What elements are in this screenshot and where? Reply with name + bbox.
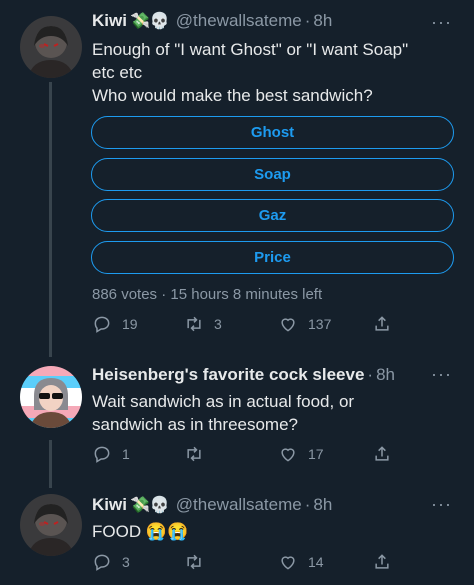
tweet-text: Wait sandwich as in actual food, or sand…	[92, 390, 462, 436]
more-options-icon[interactable]: ···	[431, 12, 452, 33]
reply-count: 1	[122, 446, 130, 462]
poll-option-soap[interactable]: Soap	[91, 158, 454, 191]
share-icon	[375, 316, 389, 331]
separator-dot: ·	[367, 365, 374, 384]
tweet-text-line: Who would make the best sandwich?	[92, 86, 373, 105]
action-bar: 19 3 137	[92, 314, 392, 336]
tweet-text-line: Enough of "I want Ghost" or "I want Soap…	[92, 40, 409, 59]
tweet-text: FOOD 😭😭	[92, 522, 189, 541]
name-emojis: 💸💀	[129, 497, 170, 514]
handle[interactable]: @thewallsateme	[176, 495, 302, 515]
timestamp[interactable]: 8h	[313, 495, 332, 515]
name-emojis: 💸💀	[129, 13, 170, 30]
display-name[interactable]: Kiwi	[92, 11, 127, 31]
like-button[interactable]: 14	[278, 552, 324, 572]
retweet-count: 3	[214, 316, 222, 332]
reply-button[interactable]: 19	[92, 314, 138, 334]
retweet-button[interactable]	[184, 552, 214, 572]
tweet-3[interactable]: Kiwi 💸💀 @thewallsateme · 8h ··· FOOD 😭😭 …	[0, 480, 474, 585]
heart-icon	[281, 556, 295, 570]
like-count: 137	[308, 316, 332, 332]
tweet-header: Heisenberg's favorite cock sleeve · 8h	[92, 364, 395, 386]
more-options-icon[interactable]: ···	[431, 364, 452, 385]
action-bar: 3 14	[92, 552, 392, 574]
tweet-header: Kiwi 💸💀 @thewallsateme · 8h	[92, 10, 332, 32]
tweet-1[interactable]: Kiwi 💸💀 @thewallsateme · 8h ··· Enough o…	[0, 0, 474, 350]
handle[interactable]: @thewallsateme	[176, 11, 302, 31]
tweet-text: Enough of "I want Ghost" or "I want Soap…	[92, 38, 462, 107]
retweet-button[interactable]	[184, 444, 214, 464]
like-count: 14	[308, 554, 324, 570]
avatar[interactable]	[20, 494, 82, 556]
like-button[interactable]: 17	[278, 444, 324, 464]
more-options-icon[interactable]: ···	[431, 494, 452, 515]
retweet-icon	[187, 554, 201, 570]
like-button[interactable]: 137	[278, 314, 331, 334]
avatar[interactable]	[20, 16, 82, 78]
retweet-icon	[187, 316, 201, 332]
tweet-text-line: etc etc	[92, 63, 143, 82]
poll-option-price[interactable]: Price	[91, 241, 454, 274]
avatar[interactable]	[20, 366, 82, 428]
reply-count: 19	[122, 316, 138, 332]
retweet-icon	[187, 446, 201, 462]
heart-icon	[281, 448, 295, 462]
reply-button[interactable]: 3	[92, 552, 130, 572]
separator-dot: ·	[304, 11, 311, 30]
reply-icon	[94, 554, 110, 571]
share-button[interactable]	[372, 444, 392, 464]
timestamp[interactable]: 8h	[376, 365, 395, 385]
tweet-text-line: sandwich as in threesome?	[92, 415, 299, 434]
share-button[interactable]	[372, 552, 392, 572]
heart-icon	[281, 318, 295, 332]
reply-count: 3	[122, 554, 130, 570]
share-button[interactable]	[372, 314, 392, 334]
poll-option-gaz[interactable]: Gaz	[91, 199, 454, 232]
share-icon	[375, 446, 389, 461]
display-name[interactable]: Kiwi	[92, 495, 127, 515]
tweet-header: Kiwi 💸💀 @thewallsateme · 8h	[92, 494, 332, 516]
reply-button[interactable]: 1	[92, 444, 130, 464]
display-name[interactable]: Heisenberg's favorite cock sleeve	[92, 365, 364, 385]
separator-dot: ·	[304, 495, 311, 514]
tweet-text-line: Wait sandwich as in actual food, or	[92, 392, 355, 411]
poll-option-ghost[interactable]: Ghost	[91, 116, 454, 149]
reply-icon	[94, 316, 110, 333]
share-icon	[375, 554, 389, 569]
reply-icon	[94, 446, 110, 463]
timestamp[interactable]: 8h	[313, 11, 332, 31]
like-count: 17	[308, 446, 324, 462]
retweet-button[interactable]: 3	[184, 314, 222, 334]
poll-meta: 886 votes · 15 hours 8 minutes left	[92, 286, 323, 303]
action-bar: 1 17	[92, 444, 392, 466]
